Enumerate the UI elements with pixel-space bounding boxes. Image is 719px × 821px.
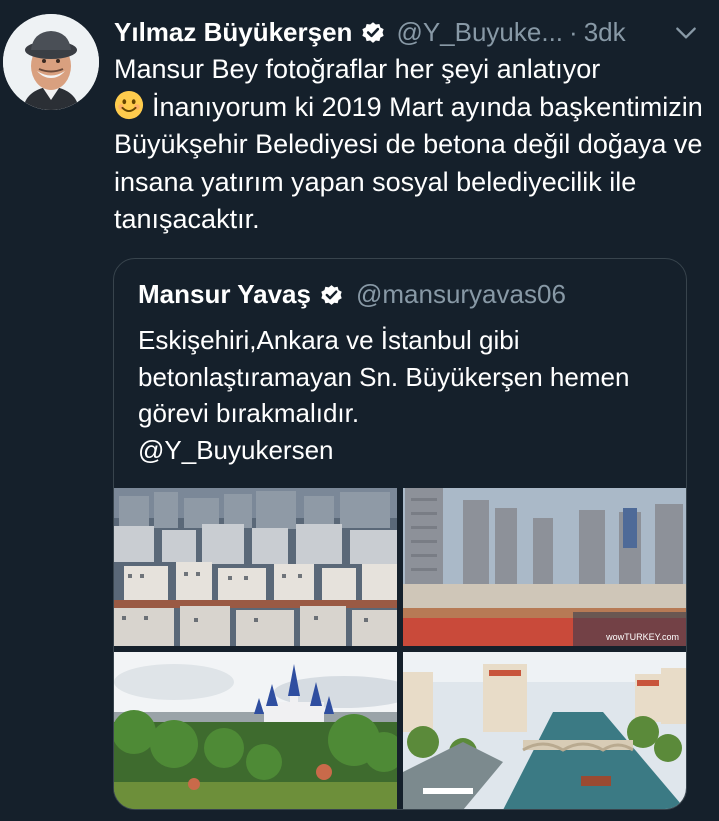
high-rise-towers-photo[interactable]: wowTURKEY.com <box>403 488 686 646</box>
quoted-text-body: Eskişehiri,Ankara ve İstanbul gibi beton… <box>138 325 630 428</box>
verified-badge-icon <box>321 284 342 305</box>
quoted-author-handle: @mansuryavas06 <box>355 278 566 309</box>
quoted-tweet-text: Eskişehiri,Ankara ve İstanbul gibi beton… <box>138 322 668 468</box>
author-name[interactable]: Yılmaz Büyükerşen <box>114 17 352 48</box>
fairy-tale-castle-park-photo[interactable] <box>114 652 397 809</box>
tweet-header: Yılmaz Büyükerşen @Y_Buyuke... · 3dk <box>114 14 699 50</box>
smiling-face-emoji-icon <box>114 90 144 119</box>
tweet-text-line1: Mansur Bey fotoğraflar her şeyi anlatıyo… <box>114 54 601 84</box>
verified-badge-icon <box>362 22 385 43</box>
avatar[interactable] <box>3 14 99 110</box>
separator-dot: · <box>569 16 578 47</box>
dense-apartment-blocks-photo[interactable] <box>114 488 397 646</box>
tweet-text: Mansur Bey fotoğraflar her şeyi anlatıyo… <box>114 51 704 239</box>
quoted-tweet-header: Mansur Yavaş @mansuryavas06 <box>138 277 566 311</box>
quoted-mention-link[interactable]: @Y_Buyukersen <box>138 435 334 465</box>
tweet-text-rest: İnanıyorum ki 2019 Mart ayında başkentim… <box>114 91 703 235</box>
tweet[interactable]: Yılmaz Büyükerşen @Y_Buyuke... · 3dk Man… <box>0 0 719 821</box>
timestamp[interactable]: 3dk <box>584 17 626 48</box>
quoted-author-name: Mansur Yavaş <box>138 278 311 309</box>
chevron-down-icon[interactable] <box>673 20 699 46</box>
quoted-tweet[interactable]: Mansur Yavaş @mansuryavas06 Eskişehiri,A… <box>113 258 687 810</box>
avatar-portrait-icon <box>3 14 99 110</box>
author-handle[interactable]: @Y_Buyuke... <box>396 17 563 48</box>
photo-watermark: wowTURKEY.com <box>605 632 679 642</box>
river-city-bridge-photo[interactable] <box>403 652 686 809</box>
image-grid: wowTURKEY.com <box>114 488 686 809</box>
tweet-text-paragraph: İnanıyorum ki 2019 Mart ayında başkentim… <box>114 89 704 239</box>
